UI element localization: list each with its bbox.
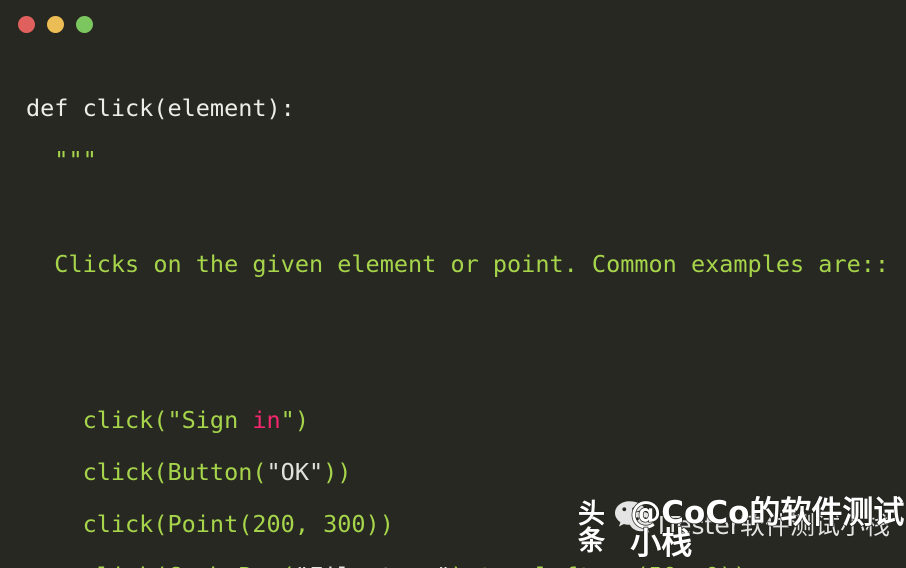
- code-token: )): [323, 457, 352, 486]
- zoom-dot-icon[interactable]: [76, 15, 93, 33]
- code-token: Clicks on the given element or point. Co…: [26, 249, 890, 278]
- close-dot-icon[interactable]: [18, 15, 35, 33]
- code-line: click(Point(200, 300)): [0, 498, 906, 550]
- window-titlebar: [0, 0, 906, 48]
- code-token: click(ComboBox(: [26, 562, 295, 568]
- code-line: click(ComboBox("File type").top_left + (…: [0, 550, 906, 568]
- code-token: click("Sign: [26, 405, 253, 434]
- code-token: "): [280, 405, 309, 434]
- window-controls: [18, 15, 93, 33]
- code-token: """: [26, 145, 97, 174]
- code-line: click(Button("OK")): [0, 446, 906, 498]
- code-token: click(Button(: [26, 457, 267, 486]
- code-token: "OK": [266, 457, 324, 486]
- minimize-dot-icon[interactable]: [47, 15, 64, 33]
- code-token: click(Point(200, 300)): [26, 509, 394, 538]
- code-line: def click(element):: [0, 82, 906, 134]
- code-token: ).top_left + (50, 0)): [450, 562, 747, 568]
- code-line: """: [0, 134, 906, 186]
- code-token: def click(element):: [26, 93, 295, 122]
- code-token: in: [252, 405, 281, 434]
- code-line: click("Sign in"): [0, 394, 906, 446]
- code-token: "File type": [295, 562, 451, 568]
- code-screenshot-window: def click(element): """ Clicks on the gi…: [0, 0, 906, 568]
- code-block[interactable]: def click(element): """ Clicks on the gi…: [0, 72, 906, 568]
- code-line: Clicks on the given element or point. Co…: [0, 238, 906, 290]
